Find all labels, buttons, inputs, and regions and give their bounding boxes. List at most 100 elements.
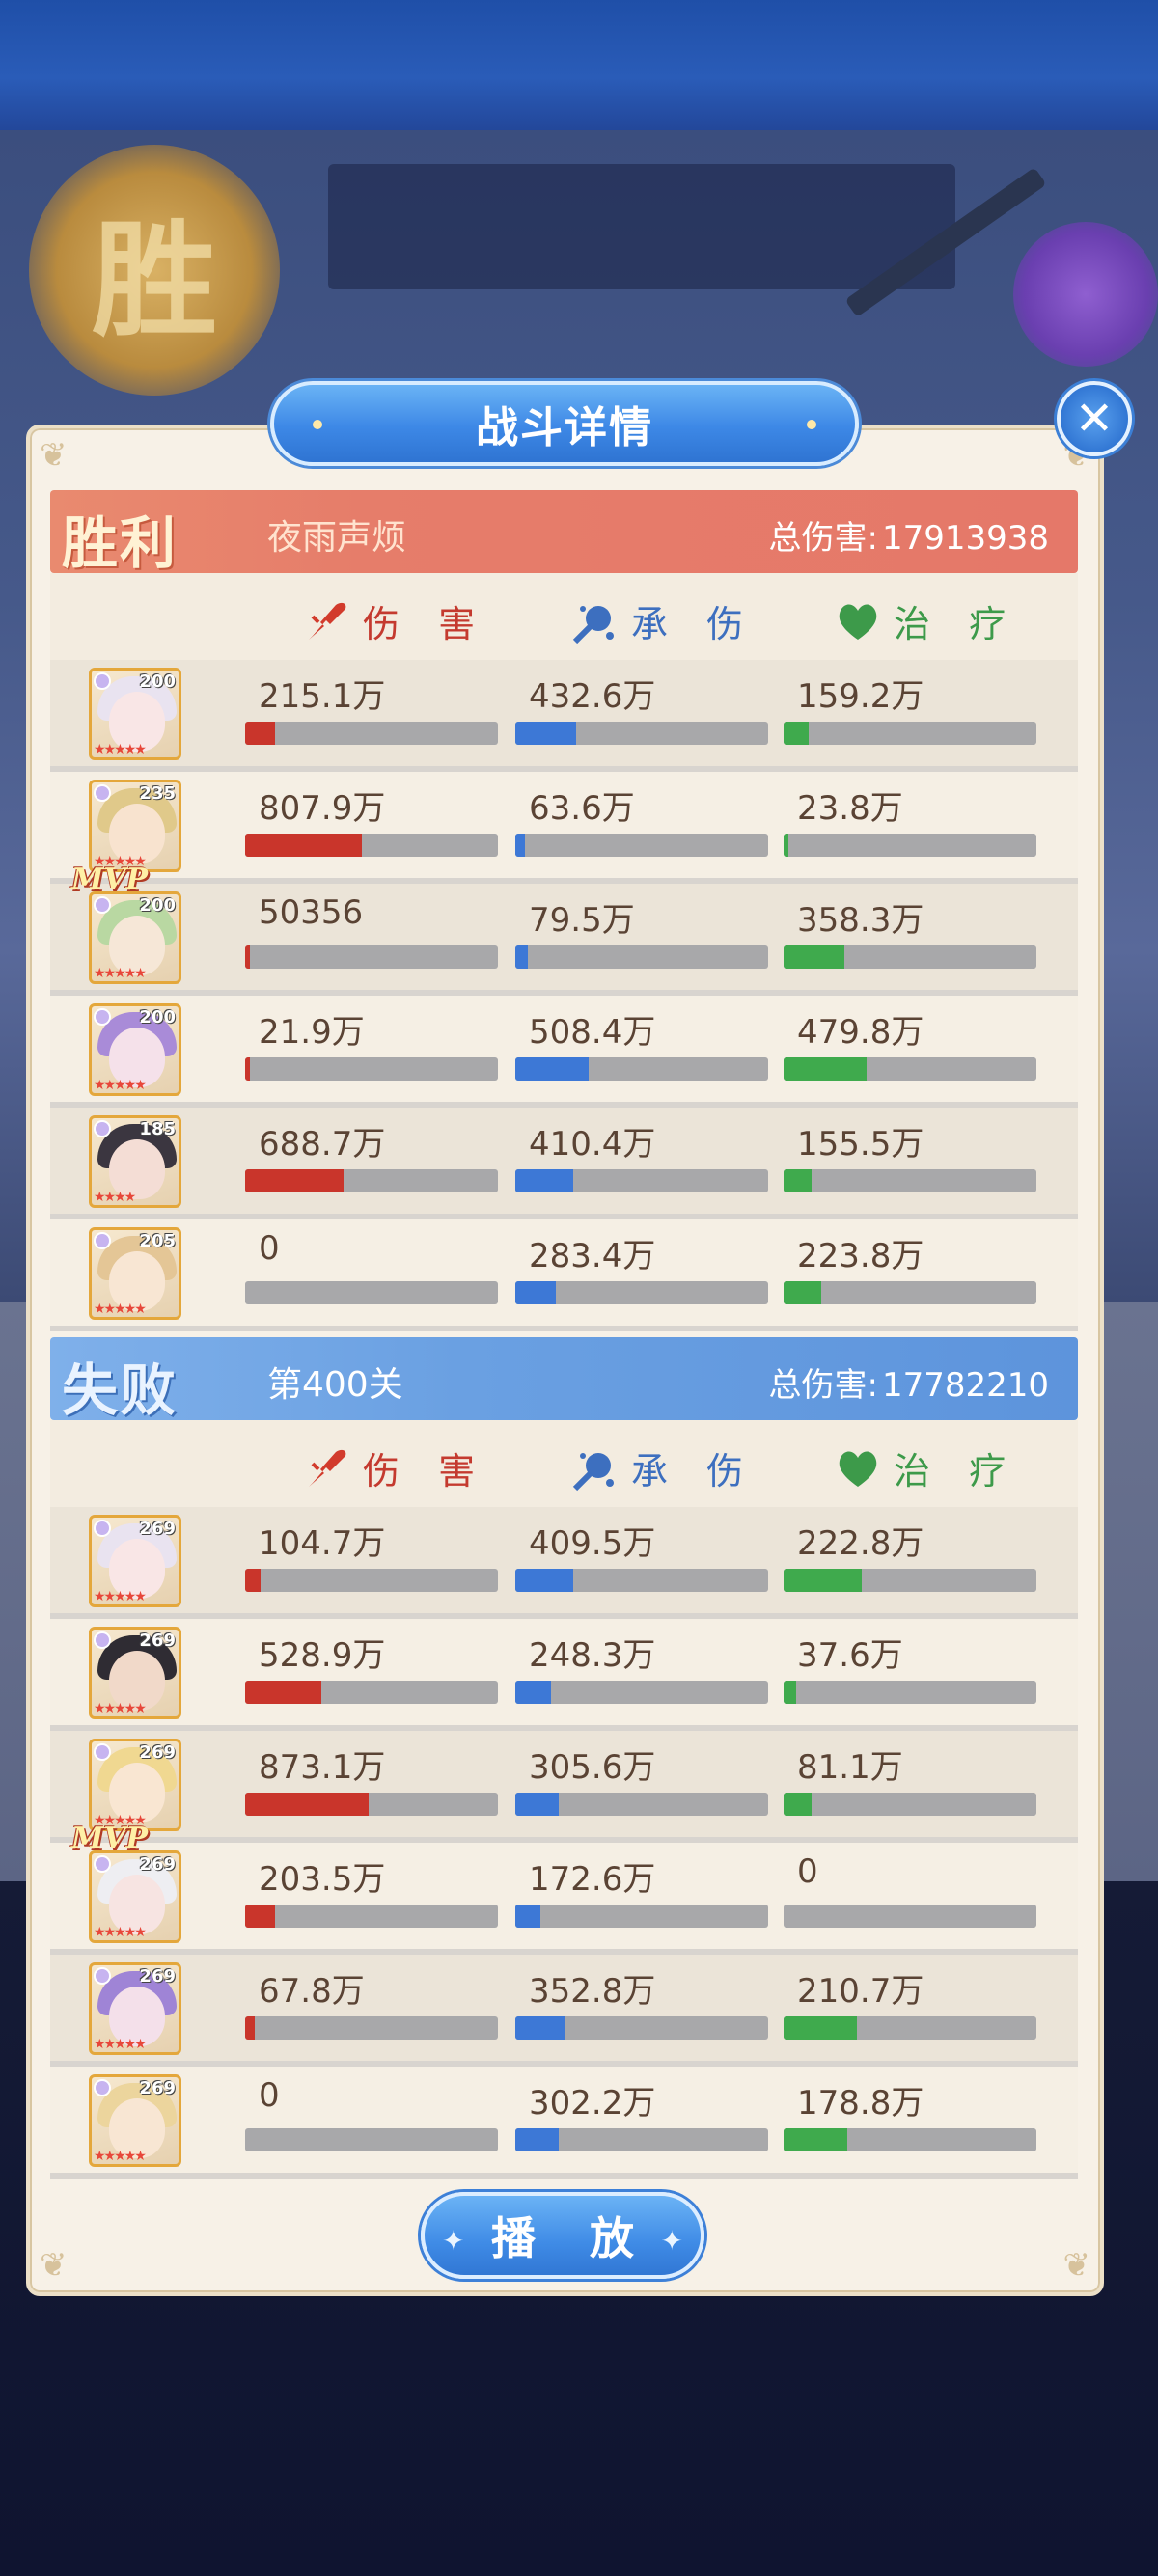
column-headers: 伤 害 承 伤 治 疗 bbox=[50, 573, 1078, 660]
taken-bar-fill bbox=[515, 1793, 559, 1816]
heal-value: 23.8万 bbox=[797, 789, 903, 828]
damage-bar-fill bbox=[245, 834, 362, 857]
team-name: 第400关 bbox=[267, 1365, 403, 1405]
damage-value: 528.9万 bbox=[259, 1636, 386, 1675]
taken-stat: 248.3万 bbox=[515, 1629, 768, 1704]
hero-stars: ★★★★ bbox=[94, 1190, 136, 1205]
class-badge-icon bbox=[94, 1743, 111, 1761]
hero-stars: ★★★★★ bbox=[94, 742, 147, 757]
taken-bar-fill bbox=[515, 834, 526, 857]
hero-avatar[interactable]: 269 ★★★★★ bbox=[89, 1515, 181, 1607]
damage-bar-fill bbox=[245, 1169, 345, 1192]
taken-stat: 63.6万 bbox=[515, 781, 768, 857]
taken-stat: 302.2万 bbox=[515, 2076, 768, 2151]
taken-bar-fill bbox=[515, 1905, 541, 1928]
damage-bar bbox=[245, 1793, 498, 1816]
hero-avatar[interactable]: 205 ★★★★★ bbox=[89, 1227, 181, 1320]
heal-bar bbox=[784, 834, 1036, 857]
play-replay-button[interactable]: ✦ 播 放 ✦ bbox=[421, 2192, 704, 2279]
taken-value: 283.4万 bbox=[529, 1237, 656, 1275]
loser-section: 失败 第400关 总伤害: 17782210 伤 害 承 伤 治 疗 269 ★★★… bbox=[50, 1337, 1078, 2179]
member-row: MVP 269 ★★★★★ 873.1万 305.6万 81.1万 bbox=[50, 1731, 1078, 1855]
damage-stat: 215.1万 bbox=[245, 670, 498, 745]
taken-column-label: 承 伤 bbox=[631, 603, 758, 645]
heal-stat: 159.2万 bbox=[784, 670, 1036, 745]
heal-value: 178.8万 bbox=[797, 2084, 924, 2123]
class-badge-icon bbox=[94, 784, 111, 802]
hero-avatar[interactable]: 269 ★★★★★ bbox=[89, 2074, 181, 2167]
hero-avatar[interactable]: 185 ★★★★ bbox=[89, 1115, 181, 1208]
heal-bar bbox=[784, 2016, 1036, 2040]
damage-value: 104.7万 bbox=[259, 1524, 386, 1563]
hero-avatar[interactable]: 200 ★★★★★ bbox=[89, 891, 181, 984]
loser-member-list: 269 ★★★★★ 104.7万 409.5万 222.8万 269 ★★★★★ 528.9万… bbox=[50, 1507, 1078, 2179]
class-badge-icon bbox=[94, 1967, 111, 1985]
heal-stat: 155.5万 bbox=[784, 1117, 1036, 1192]
close-button[interactable]: ✕ bbox=[1057, 381, 1132, 456]
damage-bar bbox=[245, 1569, 498, 1592]
hero-level: 235 bbox=[139, 783, 176, 804]
member-row: 200 ★★★★★ 21.9万 508.4万 479.8万 bbox=[50, 996, 1078, 1108]
heal-value: 37.6万 bbox=[797, 1636, 903, 1675]
heal-bar bbox=[784, 1569, 1036, 1592]
hero-stars: ★★★★★ bbox=[94, 1925, 147, 1940]
member-row: 185 ★★★★ 688.7万 410.4万 155.5万 bbox=[50, 1108, 1078, 1219]
heal-bar-fill bbox=[784, 1681, 797, 1704]
hero-level: 205 bbox=[139, 1231, 176, 1251]
taken-stat: 352.8万 bbox=[515, 1964, 768, 2040]
victory-seal-char: 胜 bbox=[91, 206, 217, 354]
total-damage-value: 17913938 bbox=[881, 519, 1049, 558]
damage-bar-fill bbox=[245, 1905, 276, 1928]
member-row: 200 ★★★★★ 50356 79.5万 358.3万 bbox=[50, 884, 1078, 996]
hero-avatar[interactable]: 200 ★★★★★ bbox=[89, 668, 181, 760]
hero-avatar[interactable]: 269 ★★★★★ bbox=[89, 1739, 181, 1831]
hero-level: 269 bbox=[139, 1631, 176, 1651]
damage-stat: 0 bbox=[245, 2076, 498, 2151]
hero-avatar[interactable]: 269 ★★★★★ bbox=[89, 1627, 181, 1719]
taken-value: 248.3万 bbox=[529, 1636, 656, 1675]
winner-header: 胜利 夜雨声烦 总伤害: 17913938 bbox=[50, 490, 1078, 576]
damage-bar-fill bbox=[245, 1569, 261, 1592]
victory-seal: 胜 bbox=[29, 145, 280, 396]
heal-bar-fill bbox=[784, 2016, 857, 2040]
hero-stars: ★★★★★ bbox=[94, 1302, 147, 1317]
hero-level: 269 bbox=[139, 1519, 176, 1539]
member-row: 269 ★★★★★ 67.8万 352.8万 210.7万 bbox=[50, 1955, 1078, 2067]
total-damage: 总伤害: 17782210 bbox=[768, 1358, 1049, 1406]
taken-bar-fill bbox=[515, 1569, 574, 1592]
taken-bar bbox=[515, 1793, 768, 1816]
heal-bar-fill bbox=[784, 1793, 812, 1816]
team-name: 夜雨声烦 bbox=[267, 518, 407, 558]
hero-avatar[interactable]: 269 ★★★★★ bbox=[89, 1962, 181, 2055]
hero-avatar[interactable]: 200 ★★★★★ bbox=[89, 1003, 181, 1096]
hero-level: 269 bbox=[139, 1854, 176, 1875]
taken-value: 508.4万 bbox=[529, 1013, 656, 1052]
hero-avatar[interactable]: 269 ★★★★★ bbox=[89, 1850, 181, 1943]
taken-bar bbox=[515, 834, 768, 857]
heal-bar bbox=[784, 1057, 1036, 1081]
damage-bar bbox=[245, 2128, 498, 2151]
damage-bar bbox=[245, 1681, 498, 1704]
hero-avatar[interactable]: 235 ★★★★★ bbox=[89, 780, 181, 872]
damage-bar bbox=[245, 1057, 498, 1081]
heal-value: 223.8万 bbox=[797, 1237, 924, 1275]
taken-stat: 432.6万 bbox=[515, 670, 768, 745]
loser-header: 失败 第400关 总伤害: 17782210 bbox=[50, 1337, 1078, 1423]
damage-bar-fill bbox=[245, 722, 276, 745]
damage-stat: 688.7万 bbox=[245, 1117, 498, 1192]
taken-stat: 508.4万 bbox=[515, 1005, 768, 1081]
heal-stat: 178.8万 bbox=[784, 2076, 1036, 2151]
heal-value: 222.8万 bbox=[797, 1524, 924, 1563]
damage-stat: 528.9万 bbox=[245, 1629, 498, 1704]
taken-column-label: 承 伤 bbox=[631, 1450, 758, 1493]
heal-column-header: 治 疗 bbox=[834, 594, 1019, 647]
banner-dot bbox=[807, 420, 816, 429]
taken-value: 302.2万 bbox=[529, 2084, 656, 2123]
damage-column-header: 伤 害 bbox=[303, 594, 488, 647]
heal-stat: 222.8万 bbox=[784, 1517, 1036, 1592]
heal-bar bbox=[784, 722, 1036, 745]
heal-value: 479.8万 bbox=[797, 1013, 924, 1052]
damage-column-label: 伤 害 bbox=[363, 603, 489, 645]
hero-level: 200 bbox=[139, 671, 176, 692]
taken-bar bbox=[515, 2128, 768, 2151]
